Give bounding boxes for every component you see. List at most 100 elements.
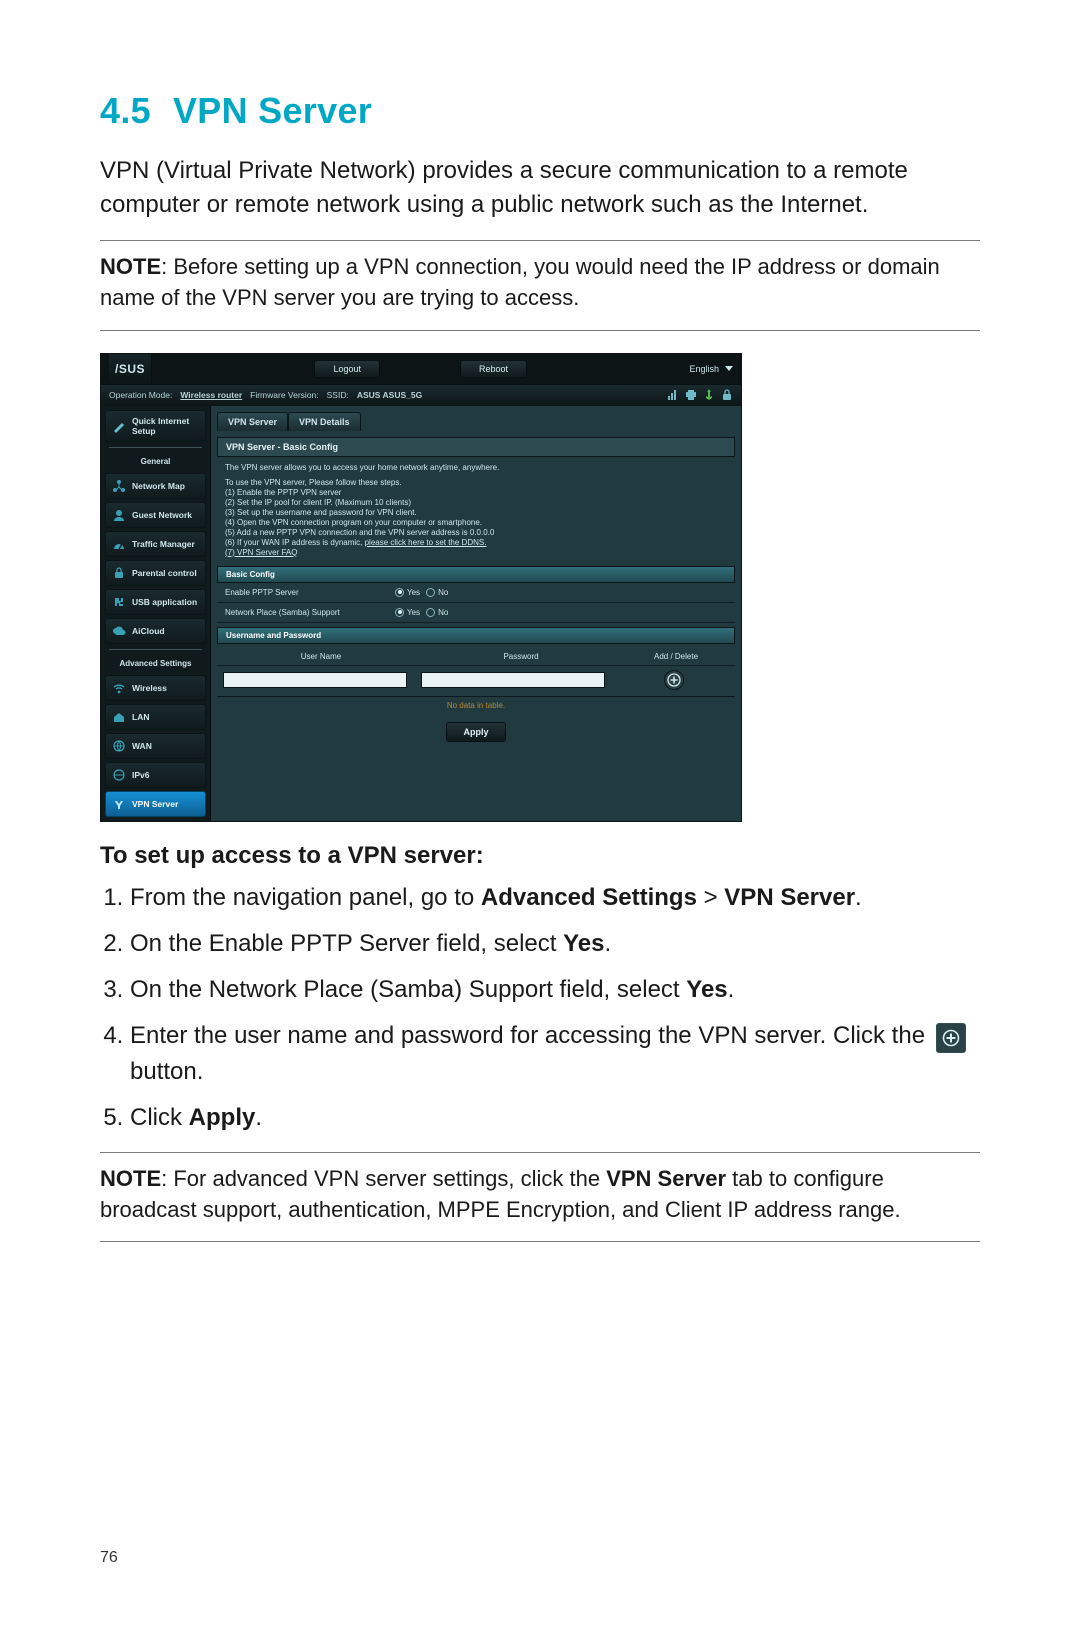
step-1: From the navigation panel, go to Advance… bbox=[130, 880, 980, 916]
row-samba-support: Network Place (Samba) Support Yes No bbox=[217, 603, 735, 623]
row-enable-pptp: Enable PPTP Server Yes No bbox=[217, 583, 735, 603]
topbar: /SUS Logout Reboot English bbox=[101, 354, 741, 384]
card-intro: The VPN server allows you to access your… bbox=[217, 457, 735, 477]
ssid-value: ASUS ASUS_5G bbox=[357, 390, 422, 400]
step-2: On the Enable PPTP Server field, select … bbox=[130, 926, 980, 962]
instruction-steps: From the navigation panel, go to Advance… bbox=[100, 880, 980, 1136]
col-add-delete: Add / Delete bbox=[621, 652, 731, 661]
gauge-icon bbox=[112, 537, 126, 551]
instructions-heading: To set up access to a VPN server: bbox=[100, 842, 980, 870]
card-title: VPN Server - Basic Config bbox=[217, 437, 735, 457]
radio-no[interactable]: No bbox=[426, 608, 448, 617]
note-label: NOTE bbox=[100, 254, 161, 279]
page-number: 76 bbox=[100, 1549, 118, 1567]
sidebar-item-aicloud[interactable]: AiCloud bbox=[105, 618, 206, 644]
home-icon bbox=[112, 710, 126, 724]
sidebar-item-wireless[interactable]: Wireless bbox=[105, 675, 206, 701]
radio-yes[interactable]: Yes bbox=[395, 608, 420, 617]
sidebar-item-network-map[interactable]: Network Map bbox=[105, 473, 206, 499]
vpn-faq-link[interactable]: (7) VPN Server FAQ bbox=[225, 548, 297, 557]
puzzle-icon bbox=[112, 595, 126, 609]
lock-icon bbox=[112, 566, 126, 580]
wifi-icon bbox=[112, 681, 126, 695]
sidebar-item-ipv6[interactable]: IPv6 bbox=[105, 762, 206, 788]
sidebar-item-usb-application[interactable]: USB application bbox=[105, 589, 206, 615]
sidebar-item-label: Parental control bbox=[132, 568, 197, 578]
note-box-1: NOTE: Before setting up a VPN connection… bbox=[100, 240, 980, 330]
sidebar-header-advanced: Advanced Settings bbox=[105, 655, 206, 672]
sidebar-item-parental-control[interactable]: Parental control bbox=[105, 560, 206, 586]
col-password: Password bbox=[421, 652, 621, 661]
sidebar-item-label: Wireless bbox=[132, 683, 167, 693]
sidebar-item-traffic-manager[interactable]: Traffic Manager bbox=[105, 531, 206, 557]
reboot-button[interactable]: Reboot bbox=[460, 360, 527, 378]
tab-vpn-server[interactable]: VPN Server bbox=[217, 412, 288, 431]
sidebar-item-label: USB application bbox=[132, 597, 197, 607]
config-step: (2) Set the IP pool for client IP. (Maxi… bbox=[225, 498, 727, 507]
guest-icon bbox=[112, 508, 126, 522]
config-step: (3) Set up the username and password for… bbox=[225, 508, 727, 517]
ddns-link[interactable]: please click here to set the DDNS. bbox=[365, 538, 487, 547]
wizard-icon bbox=[112, 419, 126, 433]
globe-icon bbox=[112, 739, 126, 753]
ssid-label: SSID: bbox=[327, 390, 349, 400]
row-label: Enable PPTP Server bbox=[225, 588, 395, 597]
sidebar-item-label: AiCloud bbox=[132, 626, 165, 636]
lock-icon bbox=[721, 389, 733, 401]
signal-icon bbox=[667, 389, 679, 401]
sidebar-item-label: LAN bbox=[132, 712, 149, 722]
col-username: User Name bbox=[221, 652, 421, 661]
sidebar-item-label: VPN Server bbox=[132, 799, 178, 809]
config-step: (1) Enable the PPTP VPN server bbox=[225, 488, 727, 497]
password-input[interactable] bbox=[421, 672, 605, 688]
globe-icon bbox=[112, 768, 126, 782]
network-map-icon bbox=[112, 479, 126, 493]
op-mode-label: Operation Mode: bbox=[109, 390, 172, 400]
config-steps: To use the VPN server, Please follow the… bbox=[217, 478, 735, 562]
brand-logo: /SUS bbox=[109, 354, 152, 384]
language-selector[interactable]: English bbox=[689, 364, 733, 374]
section-basic-config: Basic Config bbox=[217, 566, 735, 583]
username-input[interactable] bbox=[223, 672, 407, 688]
cloud-icon bbox=[112, 624, 126, 638]
apply-button[interactable]: Apply bbox=[446, 722, 505, 742]
sidebar-item-guest-network[interactable]: Guest Network bbox=[105, 502, 206, 528]
radio-yes[interactable]: Yes bbox=[395, 588, 420, 597]
sidebar-item-label: Network Map bbox=[132, 481, 185, 491]
note-label: NOTE bbox=[100, 1166, 161, 1191]
note-text: : Before setting up a VPN connection, yo… bbox=[100, 254, 940, 310]
radio-no[interactable]: No bbox=[426, 588, 448, 597]
section-number: 4.5 bbox=[100, 90, 151, 131]
config-step: (5) Add a new PPTP VPN connection and th… bbox=[225, 528, 727, 537]
sidebar-item-label: Guest Network bbox=[132, 510, 192, 520]
step-4: Enter the user name and password for acc… bbox=[130, 1018, 980, 1090]
fw-label: Firmware Version: bbox=[250, 390, 319, 400]
plus-icon bbox=[936, 1023, 966, 1053]
empty-table-message: No data in table. bbox=[217, 697, 735, 716]
sidebar-item-qis[interactable]: Quick Internet Setup bbox=[105, 410, 206, 442]
sidebar-item-wan[interactable]: WAN bbox=[105, 733, 206, 759]
sidebar-item-label: Traffic Manager bbox=[132, 539, 195, 549]
section-heading: 4.5 VPN Server bbox=[100, 90, 980, 132]
section-title: VPN Server bbox=[173, 90, 372, 131]
sidebar-item-label: Quick Internet Setup bbox=[132, 416, 199, 436]
config-step-6: (6) If your WAN IP address is dynamic, p… bbox=[225, 538, 727, 547]
op-mode-value[interactable]: Wireless router bbox=[180, 390, 242, 400]
language-label: English bbox=[689, 364, 719, 374]
main-panel: VPN Server VPN Details VPN Server - Basi… bbox=[211, 406, 741, 821]
logout-button[interactable]: Logout bbox=[314, 360, 380, 378]
step-3: On the Network Place (Samba) Support fie… bbox=[130, 972, 980, 1008]
intro-paragraph: VPN (Virtual Private Network) provides a… bbox=[100, 154, 980, 222]
sidebar: Quick Internet Setup General Network Map… bbox=[101, 406, 211, 821]
printer-icon bbox=[685, 389, 697, 401]
add-button[interactable] bbox=[664, 670, 684, 690]
config-step: (4) Open the VPN connection program on y… bbox=[225, 518, 727, 527]
sidebar-item-vpn-server[interactable]: VPN Server bbox=[105, 791, 206, 817]
vpn-icon bbox=[112, 797, 126, 811]
router-screenshot: /SUS Logout Reboot English Operation Mod… bbox=[100, 353, 740, 822]
status-bar: Operation Mode: Wireless router Firmware… bbox=[101, 384, 741, 406]
tab-vpn-details[interactable]: VPN Details bbox=[288, 412, 361, 431]
note-box-2: NOTE: For advanced VPN server settings, … bbox=[100, 1152, 980, 1242]
sidebar-item-lan[interactable]: LAN bbox=[105, 704, 206, 730]
sidebar-item-label: WAN bbox=[132, 741, 152, 751]
